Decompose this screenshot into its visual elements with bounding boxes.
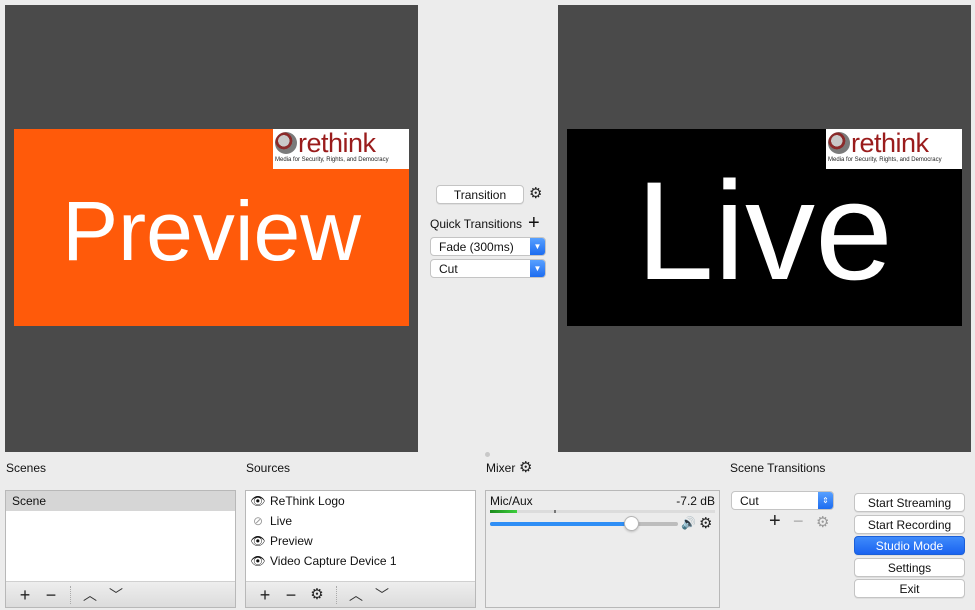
source-item[interactable]: ⊘ Live (246, 511, 475, 531)
move-down-icon[interactable]: ﹀ (369, 585, 395, 605)
sources-panel: 👁 ReThink Logo ⊘ Live 👁 Preview 👁 Video … (245, 490, 476, 608)
source-item[interactable]: 👁 Video Capture Device 1 (246, 551, 475, 571)
preview-canvas[interactable]: Preview rethink Media for Security, Righ… (5, 5, 418, 452)
transition-gear-icon[interactable]: ⚙ (529, 184, 542, 202)
program-logo: rethink Media for Security, Rights, and … (826, 129, 962, 169)
remove-scene-icon[interactable]: − (38, 585, 64, 605)
scenes-toolbar: + − ︿ ﹀ (6, 581, 235, 607)
volume-meter-fill (490, 510, 517, 513)
studio-mode-button[interactable]: Studio Mode (854, 536, 965, 555)
source-item[interactable]: 👁 Preview (246, 531, 475, 551)
quick-transition-select-fade[interactable]: Fade (300ms) ▼ (430, 237, 546, 256)
channel-gear-icon[interactable]: ⚙ (699, 514, 712, 532)
mixer-title: Mixer (486, 461, 516, 475)
start-streaming-button[interactable]: Start Streaming (854, 493, 965, 512)
quick-transition-select-cut[interactable]: Cut ▼ (430, 259, 546, 278)
eye-icon[interactable]: 👁 (250, 534, 266, 548)
transition-settings-gear-icon[interactable]: ⚙ (816, 513, 829, 531)
transition-button[interactable]: Transition (436, 185, 524, 204)
add-source-icon[interactable]: + (252, 585, 278, 605)
globe-icon (275, 132, 297, 154)
mixer-panel: Mic/Aux -7.2 dB 🔊 ⚙ (485, 490, 720, 608)
program-canvas[interactable]: Live rethink Media for Security, Rights,… (558, 5, 971, 452)
remove-transition-icon[interactable]: − (793, 511, 804, 532)
speaker-icon[interactable]: 🔊 (681, 516, 696, 530)
toolbar-separator (70, 585, 71, 604)
scene-transitions-title: Scene Transitions (730, 461, 826, 475)
source-item[interactable]: 👁 ReThink Logo (246, 491, 475, 511)
chevron-down-icon: ▼ (530, 238, 545, 255)
volume-slider-thumb[interactable] (624, 516, 639, 531)
volume-slider[interactable] (490, 516, 678, 531)
volume-meter (490, 510, 715, 513)
sources-title: Sources (246, 461, 291, 475)
add-quick-transition-icon[interactable]: + (528, 212, 540, 234)
meter-peak-marker (554, 510, 556, 513)
scene-transition-select[interactable]: Cut ⇕ (731, 491, 834, 510)
eye-icon[interactable]: 👁 (250, 554, 266, 568)
add-scene-icon[interactable]: + (12, 585, 38, 605)
quick-transitions-label: Quick Transitions (430, 217, 523, 231)
source-settings-gear-icon[interactable]: ⚙ (304, 585, 330, 605)
scenes-title: Scenes (6, 461, 47, 475)
move-up-icon[interactable]: ︿ (77, 585, 103, 605)
eye-hidden-icon[interactable]: ⊘ (250, 514, 266, 528)
remove-source-icon[interactable]: − (278, 585, 304, 605)
settings-button[interactable]: Settings (854, 558, 965, 577)
preview-logo: rethink Media for Security, Rights, and … (273, 129, 409, 169)
channel-name: Mic/Aux (490, 494, 533, 508)
splitter-handle[interactable] (485, 452, 490, 457)
exit-button[interactable]: Exit (854, 579, 965, 598)
volume-slider-fill (490, 522, 631, 526)
start-recording-button[interactable]: Start Recording (854, 515, 965, 534)
program-frame: Live rethink Media for Security, Rights,… (567, 129, 962, 326)
move-up-icon[interactable]: ︿ (343, 585, 369, 605)
scene-item[interactable]: Scene (6, 491, 235, 511)
move-down-icon[interactable]: ﹀ (103, 585, 129, 605)
sources-toolbar: + − ⚙ ︿ ﹀ (246, 581, 475, 607)
chevron-down-icon: ▼ (530, 260, 545, 277)
chevron-updown-icon: ⇕ (818, 492, 833, 509)
eye-icon[interactable]: 👁 (250, 494, 266, 508)
channel-level: -7.2 dB (676, 494, 715, 508)
globe-icon (828, 132, 850, 154)
toolbar-separator (336, 585, 337, 604)
add-transition-icon[interactable]: + (769, 510, 781, 533)
scenes-panel: Scene + − ︿ ﹀ (5, 490, 236, 608)
mixer-gear-icon[interactable]: ⚙ (519, 458, 532, 476)
preview-frame: Preview rethink Media for Security, Righ… (14, 129, 409, 326)
